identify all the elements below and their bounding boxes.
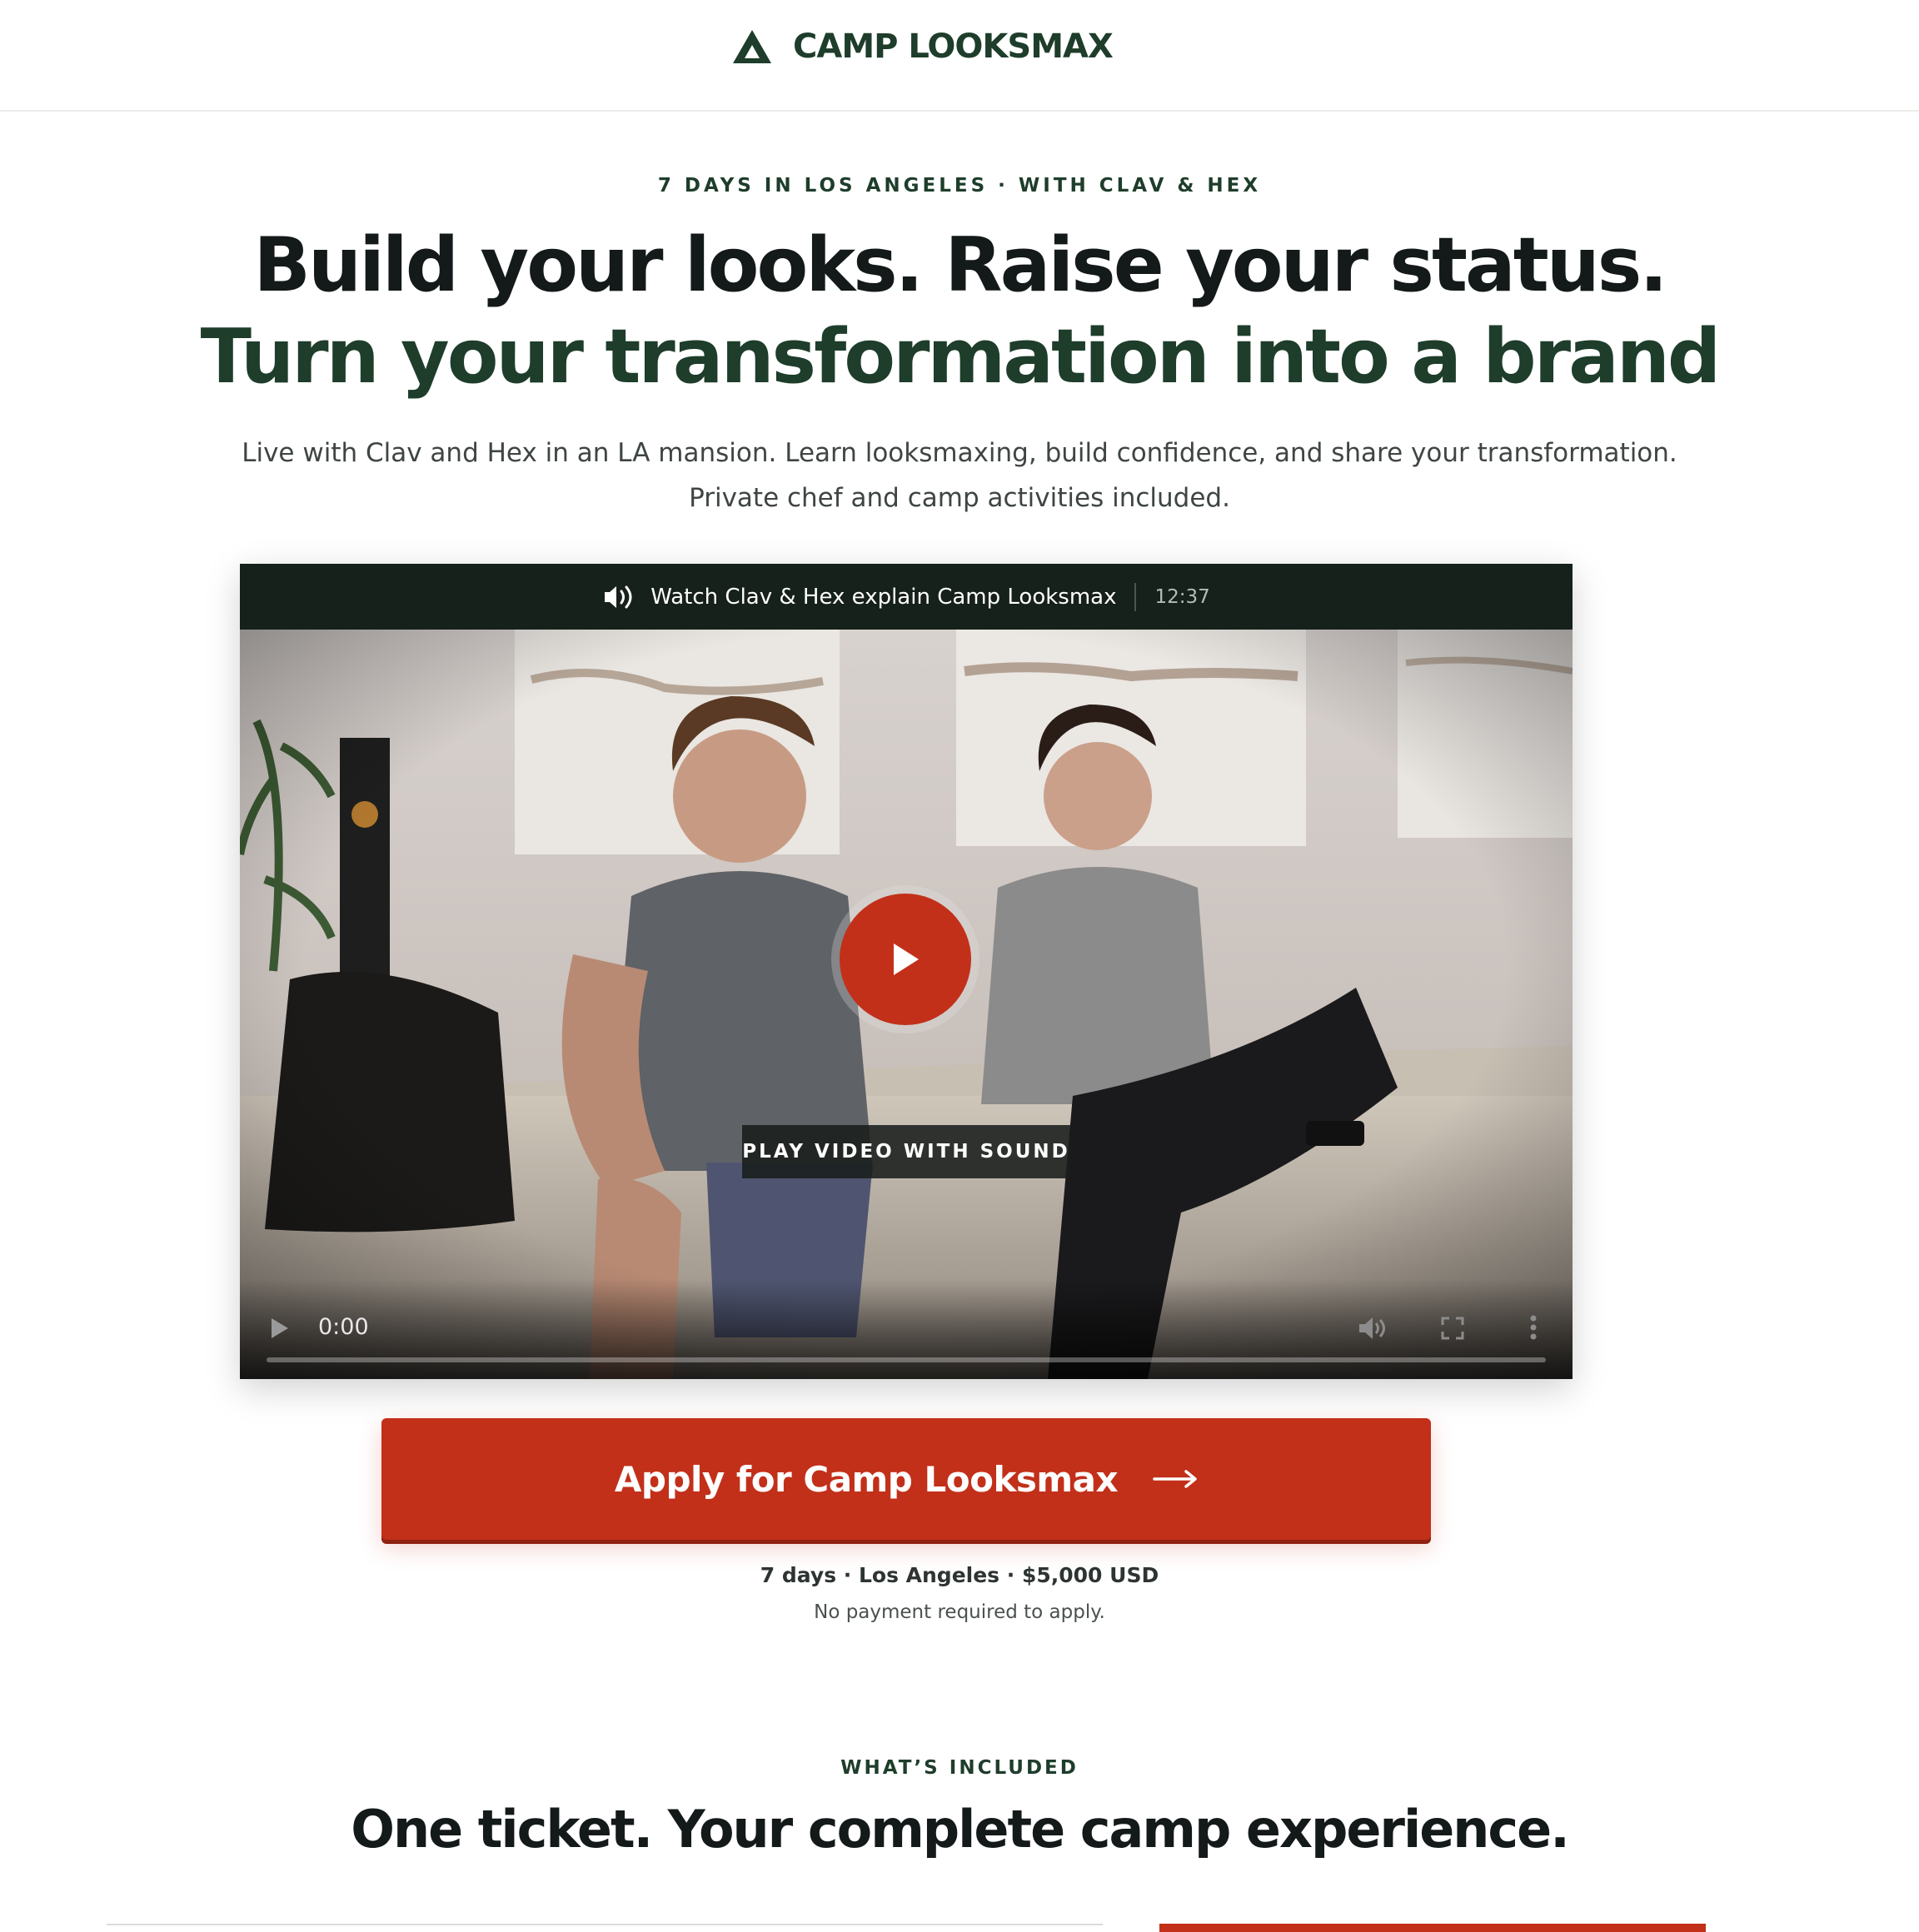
- featured-card-top: [1159, 1924, 1706, 1932]
- included-eyebrow: WHAT’S INCLUDED: [840, 1757, 1079, 1779]
- control-play-icon[interactable]: [270, 1317, 290, 1340]
- video-player[interactable]: Watch Clav & Hex explain Camp Looksmax 1…: [240, 564, 1573, 1379]
- triangle-tent-icon: [733, 30, 771, 63]
- hero-description: Live with Clav and Hex in an LA mansion.…: [242, 438, 1677, 468]
- fullscreen-icon[interactable]: [1441, 1317, 1464, 1340]
- play-with-sound-label[interactable]: PLAY VIDEO WITH SOUND: [742, 1125, 1070, 1178]
- video-title: Watch Clav & Hex explain Camp Looksmax: [650, 584, 1117, 610]
- hero-headline: Build your looks. Raise your status.: [253, 222, 1667, 309]
- sound-on-icon: [605, 585, 632, 608]
- video-controls: 0:00: [240, 1279, 1573, 1379]
- video-title-bar: Watch Clav & Hex explain Camp Looksmax 1…: [240, 564, 1573, 630]
- play-button[interactable]: [831, 885, 979, 1033]
- video-frame[interactable]: PLAY VIDEO WITH SOUND 0:00: [240, 630, 1573, 1379]
- apply-button[interactable]: Apply for Camp Looksmax: [381, 1418, 1431, 1540]
- hero-subheadline: Turn your transformation into a brand: [200, 313, 1722, 401]
- arrow-right-icon: [1153, 1470, 1197, 1488]
- more-options-icon[interactable]: [1529, 1314, 1538, 1341]
- hero-description-continued: Private chef and camp activities include…: [689, 483, 1230, 513]
- title-divider: [1134, 582, 1137, 611]
- progress-bar[interactable]: [267, 1357, 1546, 1362]
- play-icon: [894, 944, 919, 975]
- current-time: 0:00: [318, 1314, 369, 1340]
- video-duration: 12:37: [1154, 585, 1210, 608]
- site-header: CAMP LOOKSMAX: [0, 0, 1919, 112]
- payment-note: No payment required to apply.: [814, 1601, 1105, 1623]
- camp-details: 7 days · Los Angeles · $5,000 USD: [760, 1563, 1159, 1587]
- included-title: One ticket. Your complete camp experienc…: [351, 1799, 1570, 1860]
- card-divider: [107, 1924, 1103, 1925]
- play-button-core[interactable]: [840, 894, 971, 1025]
- brand-logo[interactable]: CAMP LOOKSMAX: [731, 25, 1114, 68]
- volume-icon[interactable]: [1358, 1315, 1386, 1342]
- brand-name: CAMP LOOKSMAX: [793, 27, 1114, 66]
- hero-eyebrow: 7 DAYS IN LOS ANGELES · WITH CLAV & HEX: [657, 175, 1262, 197]
- apply-button-label: Apply for Camp Looksmax: [614, 1458, 1119, 1500]
